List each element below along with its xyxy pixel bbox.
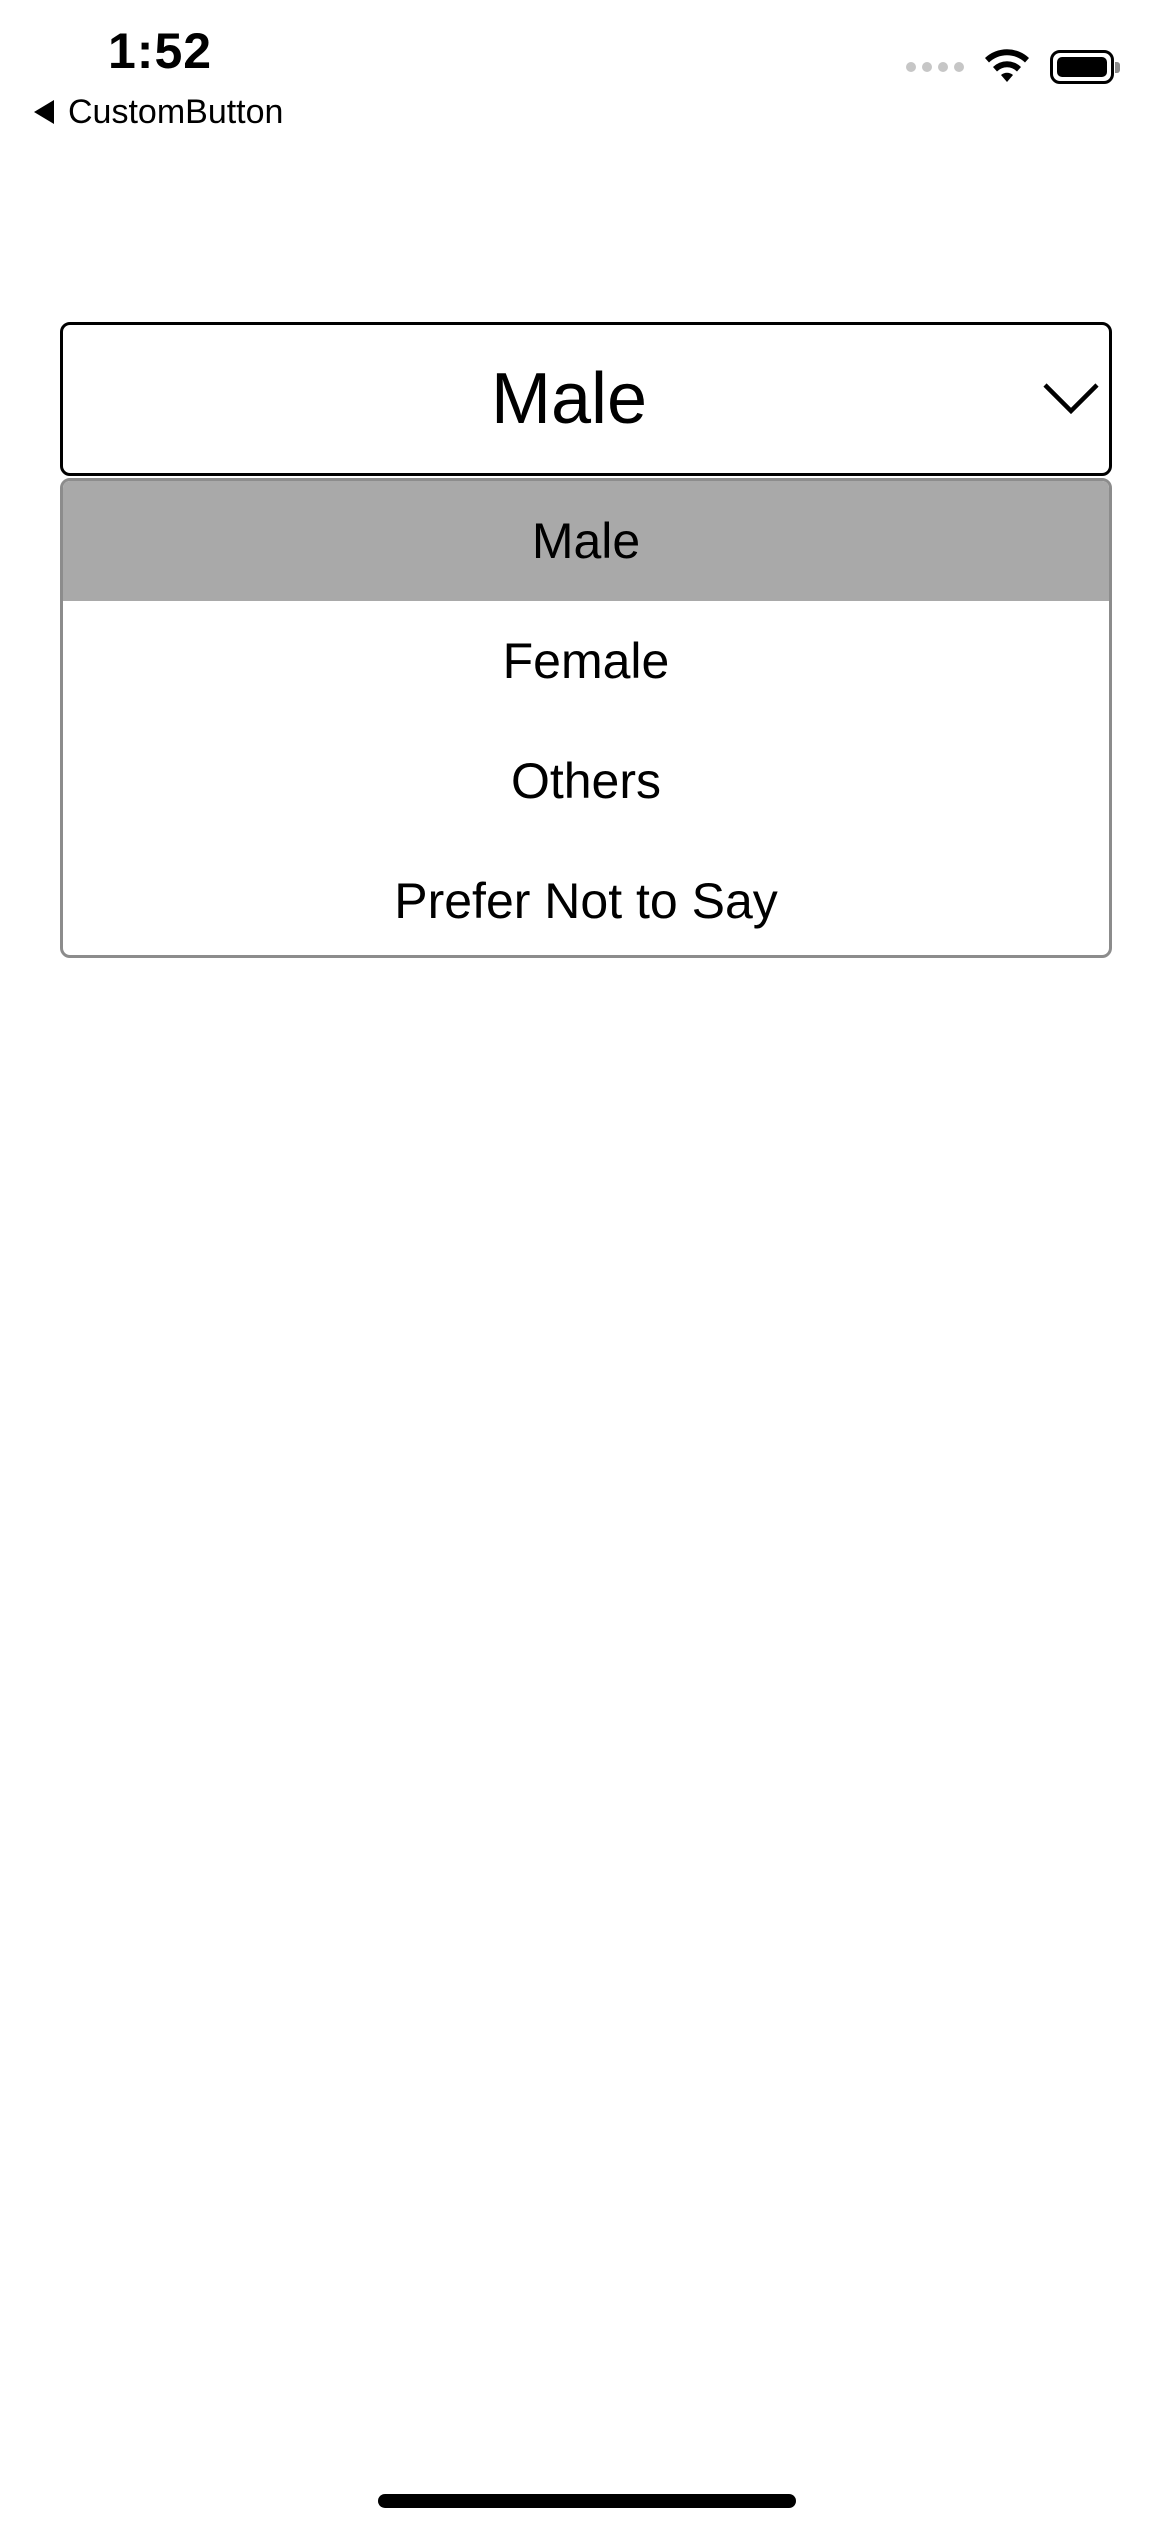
dropdown-options-list: Male Female Others Prefer Not to Say: [60, 478, 1112, 958]
back-app-label: CustomButton: [68, 92, 284, 131]
status-time: 1:52: [108, 23, 213, 79]
wifi-icon: [985, 49, 1029, 82]
status-icons: [906, 48, 1120, 86]
gender-dropdown-button[interactable]: Male: [60, 322, 1112, 476]
dropdown-option-female[interactable]: Female: [63, 601, 1109, 721]
dropdown-option-others[interactable]: Others: [63, 721, 1109, 841]
dropdown-option-prefer-not-to-say[interactable]: Prefer Not to Say: [63, 841, 1109, 955]
battery-icon: [1050, 50, 1120, 84]
chevron-down-icon: [1043, 383, 1099, 415]
back-arrow-icon: [34, 100, 54, 124]
back-to-app-button[interactable]: CustomButton: [34, 90, 283, 134]
dropdown-selected-value: Male: [490, 359, 648, 439]
cellular-signal-icon: [906, 62, 964, 72]
dropdown-option-male[interactable]: Male: [63, 481, 1109, 601]
home-indicator[interactable]: [378, 2494, 796, 2508]
